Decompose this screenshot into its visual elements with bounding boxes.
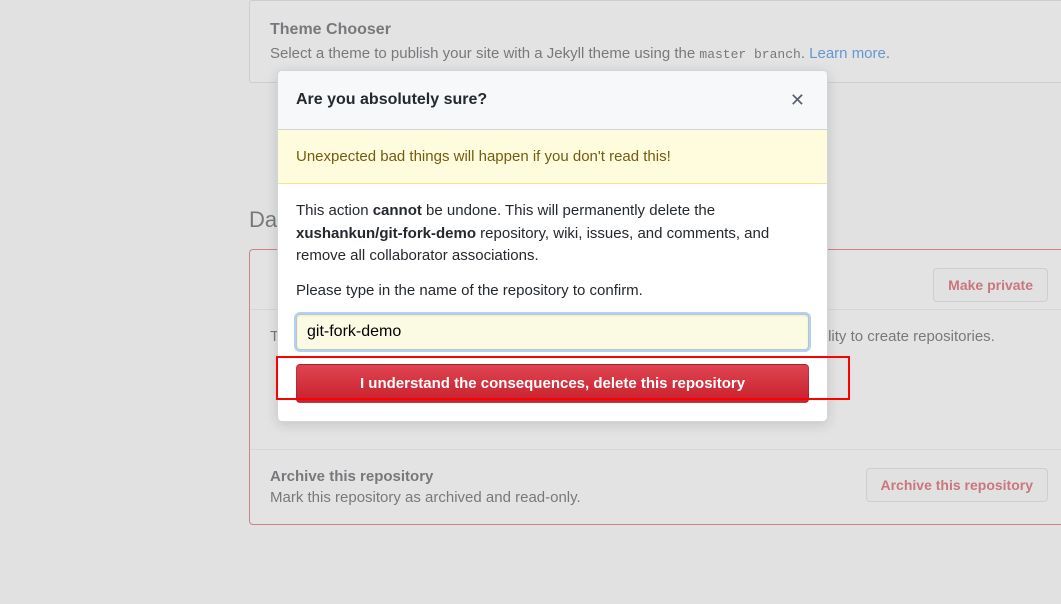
close-icon[interactable]: ✕ (786, 87, 809, 113)
confirm-repo-name-input[interactable] (296, 314, 809, 350)
modal-warning-flash: Unexpected bad things will happen if you… (278, 130, 827, 184)
modal-title: Are you absolutely sure? (296, 91, 487, 109)
delete-repo-button[interactable]: I understand the consequences, delete th… (296, 364, 809, 403)
modal-body: This action cannot be undone. This will … (278, 184, 827, 421)
modal-warning-text: This action cannot be undone. This will … (296, 200, 809, 268)
modal-confirm-instruction: Please type in the name of the repositor… (296, 280, 809, 303)
modal-overlay[interactable]: Are you absolutely sure? ✕ Unexpected ba… (0, 0, 1061, 604)
modal-header: Are you absolutely sure? ✕ (278, 71, 827, 130)
delete-repo-modal: Are you absolutely sure? ✕ Unexpected ba… (277, 70, 828, 422)
